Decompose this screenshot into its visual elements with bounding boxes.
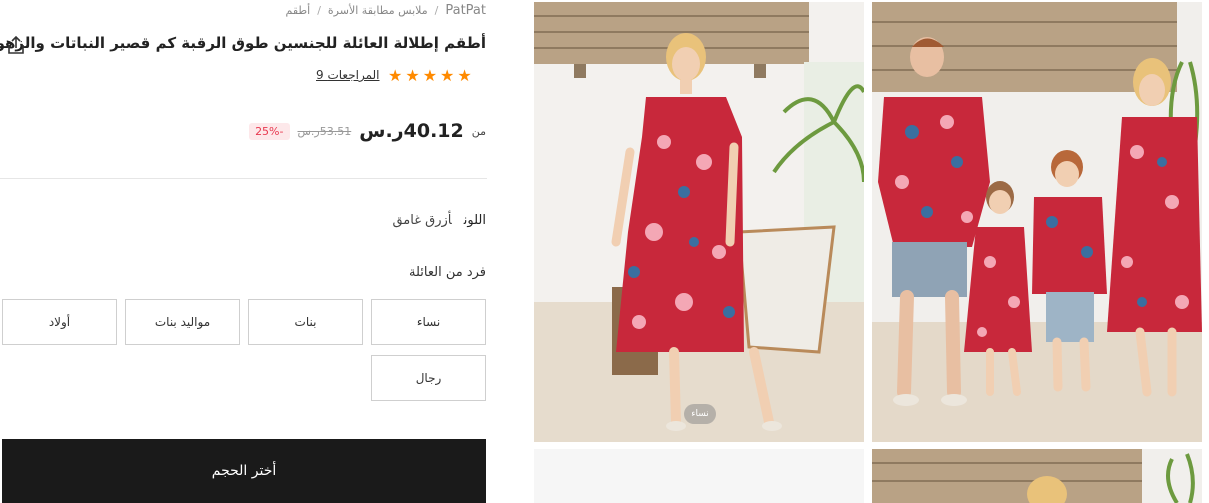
price: 40.12ر.س bbox=[359, 120, 464, 142]
breadcrumb-item[interactable]: ملابس مطابقة الأسرة bbox=[328, 4, 428, 17]
reviews-link[interactable]: 9 المراجعات bbox=[316, 68, 380, 82]
product-title: أطقم إطلالة العائلة للجنسين طوق الرقبة ك… bbox=[0, 34, 486, 52]
original-price: 53.51ر.س bbox=[297, 124, 352, 138]
star-icon: ★ bbox=[422, 66, 438, 85]
breadcrumb: PatPat / ملابس مطابقة الأسرة / أطقم bbox=[286, 3, 487, 18]
divider bbox=[0, 178, 487, 179]
price-from-label: من bbox=[471, 124, 486, 138]
family-member-label: فرد من العائلة bbox=[409, 265, 486, 280]
breadcrumb-separator: / bbox=[434, 4, 439, 17]
option-baby-girls[interactable]: مواليد بنات bbox=[125, 299, 240, 345]
color-label: اللون bbox=[463, 213, 486, 228]
option-women[interactable]: نساء bbox=[371, 299, 486, 345]
option-men[interactable]: رجال bbox=[371, 355, 486, 401]
product-image-placeholder[interactable] bbox=[534, 449, 864, 503]
image-tag: نساء bbox=[684, 404, 716, 424]
breadcrumb-separator: / bbox=[317, 4, 321, 17]
product-image-women[interactable] bbox=[534, 2, 864, 442]
product-image-family[interactable] bbox=[872, 2, 1202, 442]
option-girls[interactable]: بنات bbox=[248, 299, 363, 345]
star-icon: ★ bbox=[440, 66, 455, 85]
discount-badge: -25% bbox=[249, 122, 290, 140]
star-icon: ★ bbox=[405, 66, 420, 85]
choose-size-button[interactable]: أختر الحجم bbox=[2, 439, 486, 503]
share-icon[interactable] bbox=[5, 34, 27, 56]
price-row: من 40.12ر.س 53.51ر.س -25% bbox=[249, 120, 486, 142]
star-icon: ★ bbox=[457, 66, 472, 85]
breadcrumb-brand[interactable]: PatPat bbox=[445, 3, 486, 18]
product-image-next[interactable] bbox=[872, 449, 1202, 503]
option-boys[interactable]: أولاد bbox=[2, 299, 117, 345]
breadcrumb-item[interactable]: أطقم bbox=[286, 4, 311, 17]
rating-stars: ★ ★ ★ ★ ★ bbox=[388, 67, 472, 85]
star-icon: ★ bbox=[388, 66, 403, 85]
color-value: أزرق غامق bbox=[392, 213, 452, 228]
color-selector: اللون أزرق غامق bbox=[392, 213, 486, 228]
